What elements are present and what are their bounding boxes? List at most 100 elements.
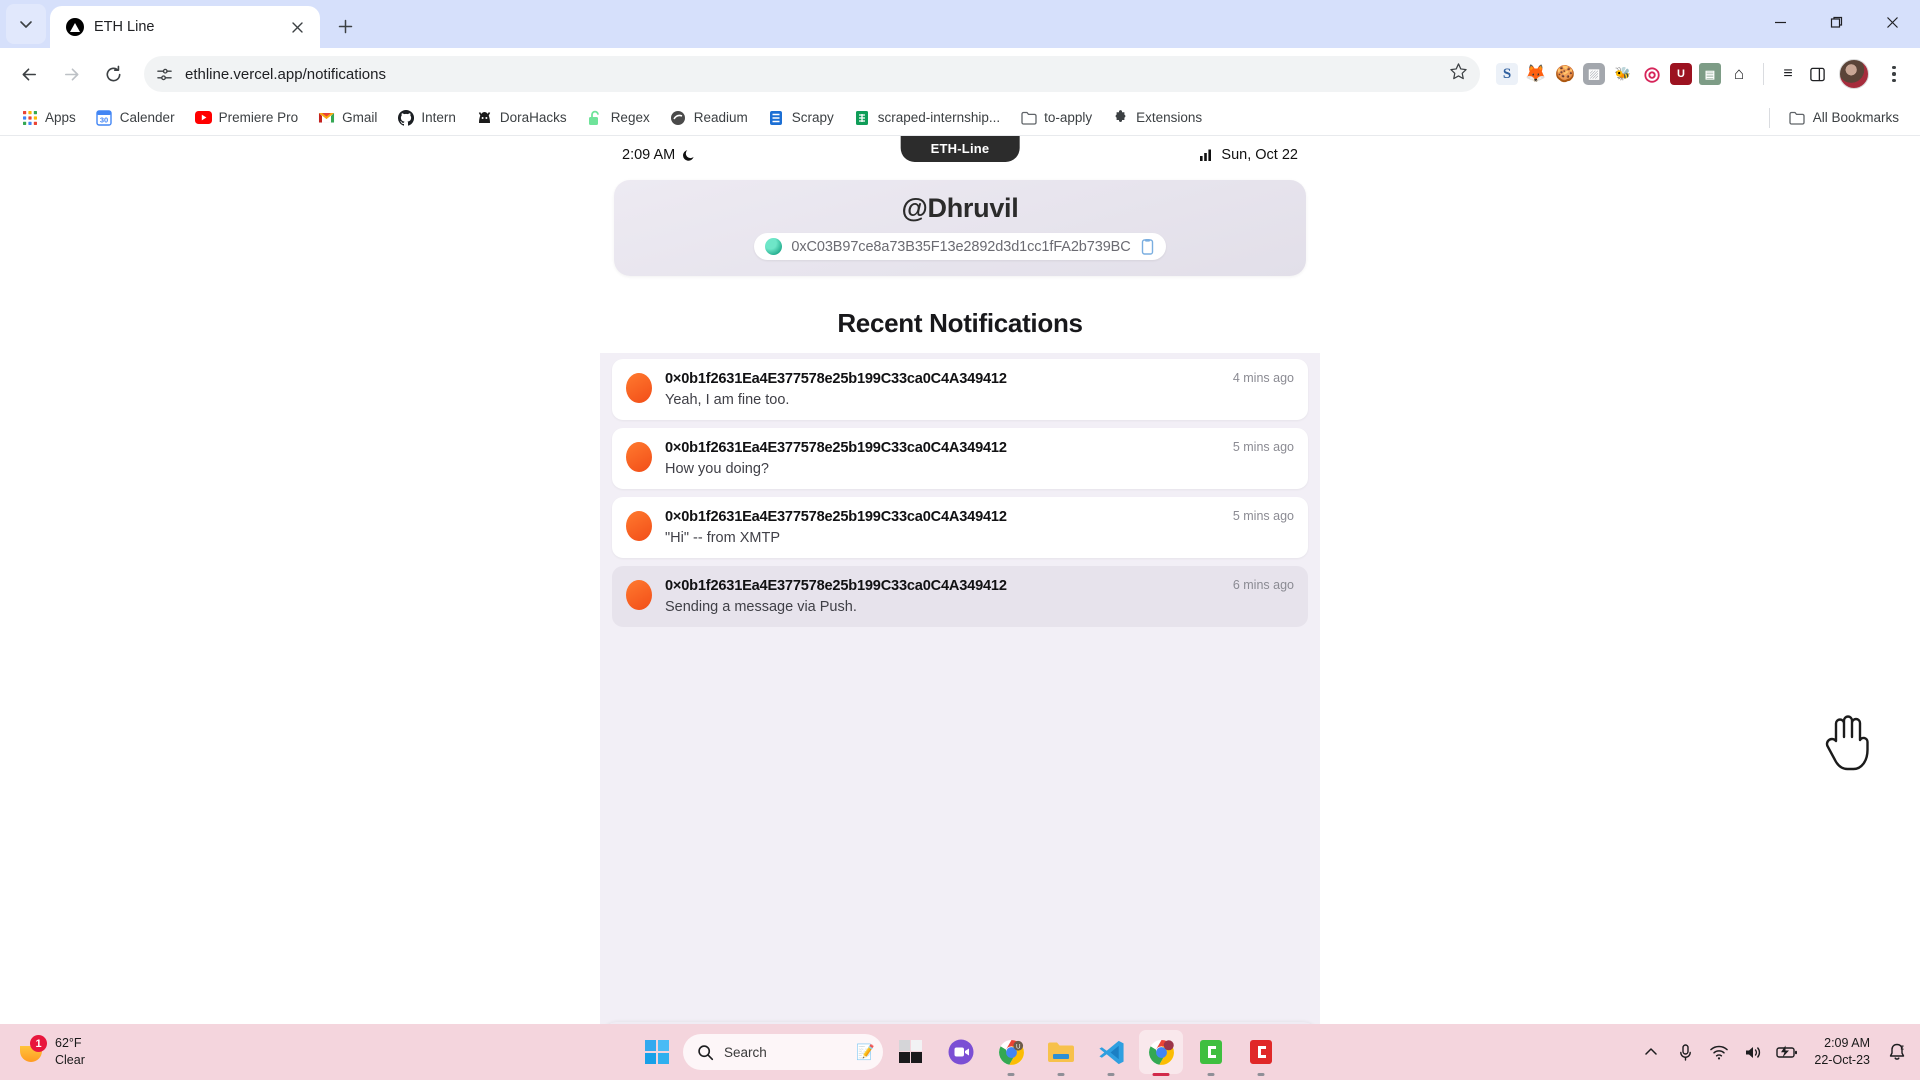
notification-address: 0×0b1f2631Ea4E377578e25b199C33ca0C4A3494… (665, 440, 1007, 456)
notification-row[interactable]: 0×0b1f2631Ea4E377578e25b199C33ca0C4A3494… (612, 566, 1308, 627)
arrow-left-icon (22, 67, 36, 81)
notes-extension-icon[interactable]: ▤ (1699, 63, 1721, 85)
speaker-icon[interactable] (1738, 1034, 1768, 1070)
notification-timestamp: 5 mins ago (1232, 509, 1294, 523)
address-bar[interactable]: ethline.vercel.app/notifications (144, 56, 1480, 92)
bookmark-label: Regex (610, 110, 650, 125)
taskbar-app-purple[interactable] (939, 1030, 983, 1074)
notification-row[interactable]: 0×0b1f2631Ea4E377578e25b199C33ca0C4A3494… (612, 497, 1308, 558)
bookmark-intern[interactable]: Intern (388, 104, 465, 131)
taskbar-app-dark[interactable] (889, 1030, 933, 1074)
ublock-origin-icon[interactable]: U (1670, 63, 1692, 85)
windows-taskbar: 1 62°F Clear Search 📝 U 2:09 AM 22-Oct-2… (0, 1024, 1920, 1080)
bookmark-regex[interactable]: Regex (578, 104, 659, 131)
scrapy-icon (768, 109, 785, 126)
bookmark-apps[interactable]: Apps (12, 104, 85, 131)
bookmark-premiere-pro[interactable]: Premiere Pro (186, 104, 308, 131)
new-tab-button[interactable] (328, 9, 362, 43)
bookmark-scrapy[interactable]: Scrapy (759, 104, 843, 131)
maximize-button[interactable] (1808, 0, 1864, 44)
tab-search-button[interactable] (6, 4, 46, 44)
bookmark-extensions[interactable]: Extensions (1103, 104, 1211, 131)
scribe-extension-icon[interactable]: ◎ (1641, 63, 1663, 85)
taskbar-weather-widget[interactable]: 1 62°F Clear (8, 1031, 95, 1073)
notification-badge: 1 (30, 1035, 47, 1052)
metamask-fox-icon[interactable]: 🦊 (1525, 63, 1547, 85)
taskbar-app-green[interactable] (1189, 1030, 1233, 1074)
bookmark-scraped-internship[interactable]: scraped-internship... (845, 104, 1009, 131)
search-illustration-icon: 📝 (856, 1044, 875, 1061)
youtube-icon (194, 109, 212, 126)
battery-charging-icon[interactable] (1772, 1034, 1802, 1070)
clipboard-copy-icon[interactable] (1140, 238, 1155, 255)
bookmark-calender[interactable]: 30 Calender (87, 104, 184, 131)
back-button[interactable] (10, 55, 48, 93)
chevron-up-icon[interactable] (1636, 1034, 1666, 1070)
start-button[interactable] (637, 1032, 677, 1072)
cookie-editor-icon[interactable]: 🍪 (1554, 63, 1576, 85)
notification-address: 0×0b1f2631Ea4E377578e25b199C33ca0C4A3494… (665, 371, 1007, 387)
taskbar-chrome-active[interactable] (1139, 1030, 1183, 1074)
sun-cloud-icon: 1 (18, 1035, 47, 1066)
bookmark-star-icon[interactable] (1449, 62, 1468, 86)
wifi-icon[interactable] (1704, 1034, 1734, 1070)
reload-button[interactable] (94, 55, 132, 93)
scholar-extension-icon[interactable]: S (1496, 63, 1518, 85)
notification-body: 0×0b1f2631Ea4E377578e25b199C33ca0C4A3494… (665, 439, 1220, 477)
avatar (626, 373, 652, 403)
taskbar-search-box[interactable]: Search 📝 (683, 1034, 883, 1070)
wallet-address: 0xC03B97ce8a73B35F13e2892d3d1cc1fFA2b739… (791, 238, 1131, 255)
maximize-icon (1830, 16, 1842, 28)
microphone-icon[interactable] (1670, 1034, 1700, 1070)
notification-row[interactable]: 0×0b1f2631Ea4E377578e25b199C33ca0C4A3494… (612, 428, 1308, 489)
browser-tab[interactable]: ETH Line (50, 6, 320, 48)
notification-row[interactable]: 0×0b1f2631Ea4E377578e25b199C33ca0C4A3494… (612, 359, 1308, 420)
notification-timestamp: 4 mins ago (1232, 371, 1294, 385)
reload-icon (106, 65, 120, 81)
folder-icon (1789, 109, 1806, 126)
ethline-app-frame: 2:09 AM ETH-Line Sun, Oct 22 @Dhruvil 0x… (600, 136, 1869, 1080)
close-window-button[interactable] (1864, 0, 1920, 44)
bookmark-gmail[interactable]: Gmail (309, 104, 386, 131)
chrome-icon: U (998, 1039, 1024, 1065)
bookmark-readium[interactable]: Readium (661, 104, 757, 131)
chrome-menu-kebab-icon[interactable] (1878, 58, 1910, 90)
vercel-triangle-icon (66, 18, 84, 36)
bookmark-label: scraped-internship... (877, 110, 1001, 125)
reading-list-icon[interactable]: ≡ (1777, 63, 1799, 85)
notification-body: 0×0b1f2631Ea4E377578e25b199C33ca0C4A3494… (665, 370, 1220, 408)
weather-temperature: 62°F (55, 1036, 82, 1051)
profile-avatar-icon[interactable] (1839, 59, 1869, 89)
tab-close-button[interactable] (286, 16, 308, 38)
star-icon (1450, 63, 1467, 80)
notification-message: Sending a message via Push. (665, 599, 857, 615)
bookmark-to-apply[interactable]: to-apply (1011, 104, 1101, 131)
notifications-panel: Recent Notifications 0×0b1f2631Ea4E37757… (600, 290, 1320, 1022)
ghost-extension-icon[interactable]: ⌂ (1728, 63, 1750, 85)
notification-address: 0×0b1f2631Ea4E377578e25b199C33ca0C4A3494… (665, 509, 1007, 525)
avatar (626, 511, 652, 541)
taskbar-app-red[interactable] (1239, 1030, 1283, 1074)
taskbar-file-explorer[interactable] (1039, 1030, 1083, 1074)
do-not-disturb-bell-icon[interactable]: z (1882, 1034, 1912, 1070)
svg-text:z: z (1901, 1044, 1905, 1051)
side-panel-icon[interactable] (1806, 63, 1828, 85)
status-bar-time: 2:09 AM (622, 147, 676, 163)
forward-button[interactable] (52, 55, 90, 93)
github-icon (397, 109, 414, 126)
chrome-icon (1148, 1039, 1174, 1065)
wallet-address-pill[interactable]: 0xC03B97ce8a73B35F13e2892d3d1cc1fFA2b739… (754, 233, 1166, 260)
site-settings-icon[interactable] (156, 66, 173, 83)
bookmark-dorahacks[interactable]: DoraHacks (467, 104, 576, 131)
close-icon (291, 21, 303, 33)
file-explorer-icon (1048, 1042, 1074, 1062)
minimize-button[interactable] (1752, 0, 1808, 44)
status-bar-left: 2:09 AM (622, 147, 696, 163)
bee-extension-icon[interactable]: 🐝 (1612, 63, 1634, 85)
grammarly-icon[interactable]: ▨ (1583, 63, 1605, 85)
taskbar-chrome-secondary[interactable]: U (989, 1030, 1033, 1074)
all-bookmarks-button[interactable]: All Bookmarks (1780, 104, 1908, 131)
taskbar-clock[interactable]: 2:09 AM 22-Oct-23 (1806, 1035, 1878, 1069)
readium-globe-icon (670, 109, 687, 126)
taskbar-vs-code[interactable] (1089, 1030, 1133, 1074)
